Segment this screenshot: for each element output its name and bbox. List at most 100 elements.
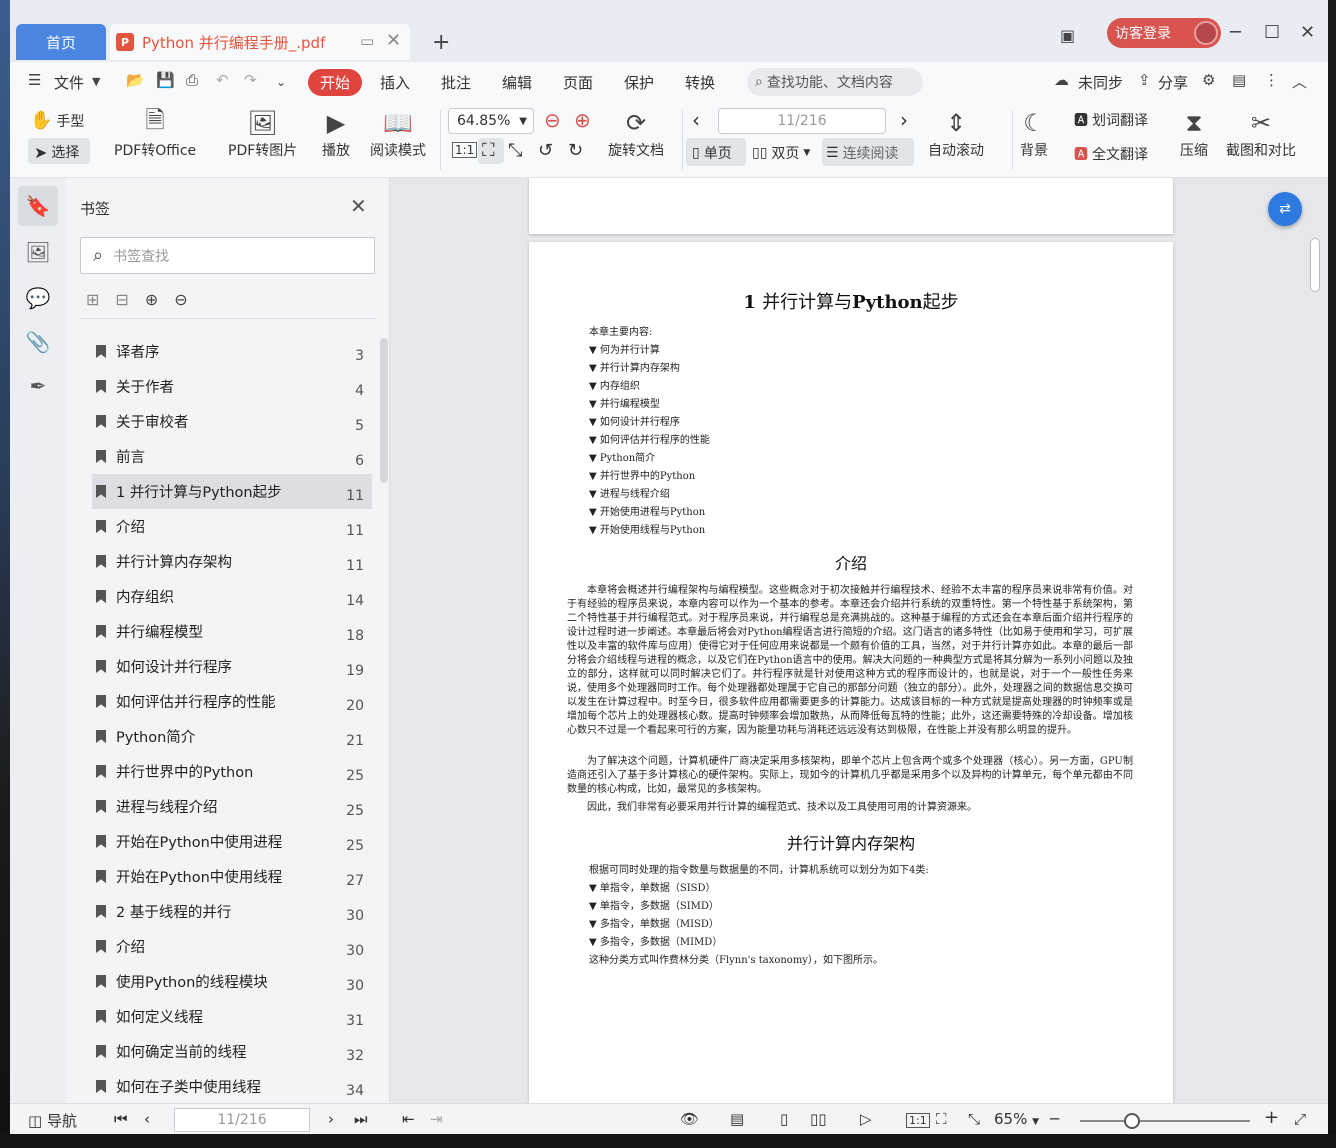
annotation-panel-icon[interactable]: 💬 bbox=[18, 278, 58, 318]
navigation-toggle[interactable]: ◫ 导航 bbox=[28, 1110, 77, 1131]
zoom-in-icon[interactable]: + bbox=[1264, 1107, 1279, 1128]
play-icon[interactable]: ▷ bbox=[860, 1110, 872, 1128]
float-convert-icon[interactable]: ⇄ bbox=[1268, 192, 1302, 226]
single-view-icon[interactable]: ▯ bbox=[780, 1110, 788, 1128]
thumbnail-panel-icon[interactable]: 🖼 bbox=[18, 232, 58, 272]
cloud-sync-icon[interactable]: ☁ bbox=[1054, 71, 1069, 89]
rotate-right-icon[interactable]: ↻ bbox=[568, 140, 583, 161]
background-button[interactable]: ☾ 背景 bbox=[1020, 106, 1048, 160]
bookmark-item[interactable]: 1 并行计算与Python起步 11 bbox=[92, 474, 372, 509]
tab-document[interactable]: P Python 并行编程手册_.pdf ▭ ✕ bbox=[110, 24, 410, 60]
bookmark-item[interactable]: 如何确定当前的线程 32 bbox=[92, 1034, 372, 1069]
zoom-slider-track[interactable] bbox=[1080, 1120, 1250, 1122]
hamburger-menu-icon[interactable]: ☰ bbox=[28, 71, 41, 89]
undo-icon[interactable]: ↶ bbox=[216, 71, 229, 89]
actual-size-icon[interactable]: 1:1 bbox=[906, 1113, 930, 1128]
screenshot-compare-button[interactable]: ✂ 截图和对比 bbox=[1226, 106, 1296, 160]
add-bookmark-icon[interactable]: ⊕ bbox=[145, 290, 158, 309]
fit-width-icon[interactable]: ⤡ bbox=[968, 1110, 980, 1128]
zoom-slider-knob[interactable] bbox=[1124, 1113, 1140, 1129]
fit-page-icon[interactable]: ⛶ bbox=[936, 1110, 947, 1128]
collapse-ribbon-icon[interactable]: ︿ bbox=[1292, 71, 1307, 92]
attachment-panel-icon[interactable]: 📎 bbox=[18, 322, 58, 362]
zoom-level-select[interactable]: 64.85% ▼ bbox=[448, 108, 534, 134]
menu-start[interactable]: 开始 bbox=[308, 69, 362, 96]
page-number-input[interactable]: 11/216 bbox=[718, 108, 886, 134]
menu-protect[interactable]: 保护 bbox=[624, 72, 654, 93]
signature-panel-icon[interactable]: ✒ bbox=[18, 366, 58, 406]
share-button[interactable]: 分享 bbox=[1158, 72, 1188, 93]
settings-icon[interactable]: ⚙ bbox=[1202, 71, 1215, 89]
back-icon[interactable]: ⇤ bbox=[402, 1110, 415, 1128]
hand-tool[interactable]: ✋ 手型 bbox=[30, 110, 84, 131]
last-page-icon[interactable]: ⏭ bbox=[354, 1110, 368, 1128]
select-tool[interactable]: ➤ 选择 bbox=[34, 142, 79, 162]
bookmark-item[interactable]: 关于作者 4 bbox=[92, 369, 372, 404]
share-icon[interactable]: ⇪ bbox=[1138, 71, 1151, 89]
bookmark-item[interactable]: 并行世界中的Python 25 bbox=[92, 754, 372, 789]
close-window-icon[interactable]: ✕ bbox=[1300, 22, 1315, 43]
menu-page[interactable]: 页面 bbox=[563, 72, 593, 93]
document-viewport[interactable]: 1 并行计算与Python起步 本章主要内容: ▼ 何为并行计算 ▼ 并行计算内存… bbox=[390, 178, 1328, 1103]
more-options-icon[interactable]: ⋮ bbox=[1264, 71, 1279, 89]
pdf-to-office-button[interactable]: 🗎 PDF转Office bbox=[114, 106, 196, 160]
bookmark-item[interactable]: 开始在Python中使用线程 27 bbox=[92, 859, 372, 894]
close-icon[interactable]: ✕ bbox=[350, 194, 367, 218]
eye-care-icon[interactable]: 👁 bbox=[680, 1110, 699, 1128]
bookmark-item[interactable]: 进程与线程介绍 25 bbox=[92, 789, 372, 824]
more-quick-tools-icon[interactable]: ⌄ bbox=[276, 75, 286, 89]
actual-size-icon[interactable]: 1:1 bbox=[452, 142, 478, 158]
document-scrollbar[interactable] bbox=[1310, 238, 1320, 292]
continuous-read-button[interactable]: ☰ 连续阅读 bbox=[826, 143, 899, 163]
menu-edit[interactable]: 编辑 bbox=[502, 72, 532, 93]
bookmark-item[interactable]: 介绍 30 bbox=[92, 929, 372, 964]
new-tab-button[interactable]: + bbox=[432, 30, 450, 55]
expand-all-icon[interactable]: ⊞ bbox=[86, 290, 99, 309]
zoom-in-icon[interactable]: ⊕ bbox=[574, 108, 591, 132]
bookmark-item[interactable]: 关于审校者 5 bbox=[92, 404, 372, 439]
pdf-to-image-button[interactable]: 🖼 PDF转图片 bbox=[228, 106, 297, 160]
read-mode-button[interactable]: 📖 阅读模式 bbox=[370, 106, 426, 160]
collapse-all-icon[interactable]: ⊟ bbox=[115, 290, 128, 309]
first-page-icon[interactable]: ⏮ bbox=[114, 1110, 128, 1128]
rotate-document-button[interactable]: ⟳ 旋转文档 bbox=[608, 106, 664, 160]
double-view-icon[interactable]: ▯▯ bbox=[810, 1110, 827, 1128]
fit-page-icon[interactable]: ⛶ bbox=[482, 140, 495, 161]
zoom-out-icon[interactable]: ─ bbox=[1050, 1110, 1059, 1128]
fullscreen-icon[interactable]: ⤢ bbox=[1294, 1110, 1306, 1128]
bookmark-item[interactable]: 前言 6 bbox=[92, 439, 372, 474]
menu-insert[interactable]: 插入 bbox=[380, 72, 410, 93]
chevron-down-icon[interactable]: ▼ bbox=[92, 75, 100, 88]
bookmark-item[interactable]: 开始在Python中使用进程 25 bbox=[92, 824, 372, 859]
bookmark-item[interactable]: 并行计算内存架构 11 bbox=[92, 544, 372, 579]
bookmark-item[interactable]: 译者序 3 bbox=[92, 334, 372, 369]
bookmark-item[interactable]: 如何定义线程 31 bbox=[92, 999, 372, 1034]
bookmark-item[interactable]: Python简介 21 bbox=[92, 719, 372, 754]
bookmark-item[interactable]: 如何设计并行程序 19 bbox=[92, 649, 372, 684]
bookmark-item[interactable]: 使用Python的线程模块 30 bbox=[92, 964, 372, 999]
print-icon[interactable]: ⎙ bbox=[186, 71, 198, 89]
fit-width-icon[interactable]: ⤡ bbox=[508, 140, 522, 161]
bookmark-item[interactable]: 如何评估并行程序的性能 20 bbox=[92, 684, 372, 719]
close-tab-icon[interactable]: ✕ bbox=[386, 30, 401, 51]
comment-icon[interactable]: ▤ bbox=[1232, 71, 1246, 89]
minimize-icon[interactable]: ─ bbox=[1230, 22, 1241, 43]
maximize-icon[interactable]: ☐ bbox=[1264, 22, 1280, 43]
status-page-input[interactable]: 11/216 bbox=[174, 1108, 310, 1132]
zoom-level-select[interactable]: 65% ▼ bbox=[994, 1110, 1039, 1128]
bookmark-item[interactable]: 并行编程模型 18 bbox=[92, 614, 372, 649]
previous-page-icon[interactable]: ‹ bbox=[144, 1110, 150, 1128]
compress-button[interactable]: ⧗ 压缩 bbox=[1180, 106, 1208, 160]
bookmark-item[interactable]: 如何在子类中使用线程 34 bbox=[92, 1069, 372, 1104]
feature-search-input[interactable]: ⌕ 查找功能、文档内容 bbox=[747, 68, 923, 96]
bookmark-panel-icon[interactable]: 🔖 bbox=[18, 186, 58, 226]
sync-status[interactable]: 未同步 bbox=[1078, 72, 1123, 93]
menu-convert[interactable]: 转换 bbox=[685, 72, 715, 93]
file-menu[interactable]: 文件 bbox=[54, 72, 84, 93]
play-button[interactable]: ▶ 播放 bbox=[322, 106, 350, 160]
delete-bookmark-icon[interactable]: ⊖ bbox=[174, 290, 187, 309]
open-folder-icon[interactable]: 📂 bbox=[126, 71, 145, 89]
word-translate-button[interactable]: 🅰 划词翻译 bbox=[1074, 110, 1148, 130]
redo-icon[interactable]: ↷ bbox=[244, 71, 257, 89]
full-translate-button[interactable]: 🅰 全文翻译 bbox=[1074, 144, 1148, 164]
